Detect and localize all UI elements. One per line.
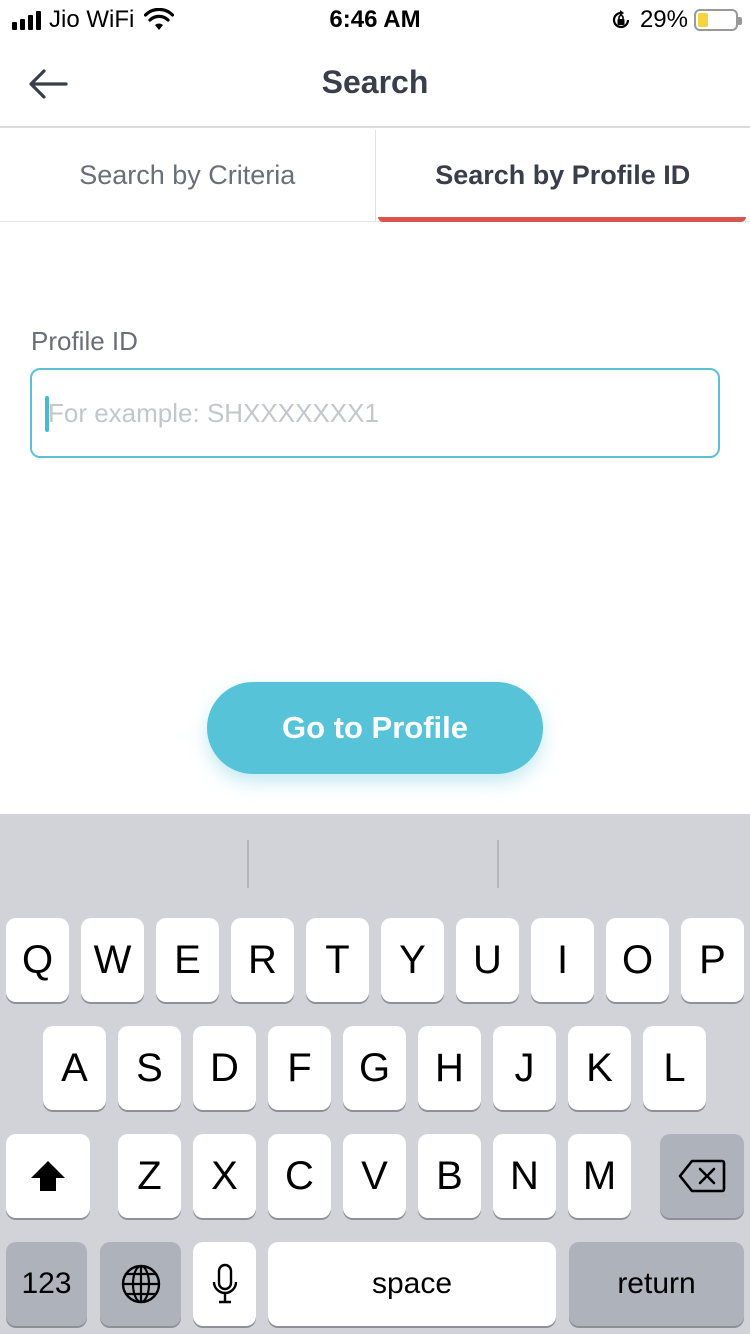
keyboard: Q W E R T Y U I O P A S D F G H J K L Z … [0, 814, 750, 1334]
profile-id-label: Profile ID [31, 326, 138, 356]
profile-id-input[interactable] [32, 370, 718, 456]
go-to-profile-button[interactable]: Go to Profile [207, 682, 543, 774]
tab-search-by-profile-id[interactable]: Search by Profile ID [376, 130, 750, 222]
suggestion-divider [247, 840, 249, 888]
globe-key[interactable] [100, 1242, 181, 1326]
key-y[interactable]: Y [381, 918, 444, 1002]
battery-icon [694, 9, 742, 31]
tab-label: Search by Profile ID [435, 160, 691, 190]
status-right: 29% [610, 6, 742, 34]
key-p[interactable]: P [681, 918, 744, 1002]
key-n[interactable]: N [493, 1134, 556, 1218]
suggestion-divider [497, 840, 499, 888]
nav-header: Search [0, 40, 750, 128]
key-e[interactable]: E [156, 918, 219, 1002]
battery-fill [698, 13, 708, 27]
key-w[interactable]: W [81, 918, 144, 1002]
key-x[interactable]: X [193, 1134, 256, 1218]
shift-key[interactable] [6, 1134, 90, 1218]
battery-cap [738, 17, 742, 25]
page-title: Search [321, 64, 429, 100]
key-r[interactable]: R [231, 918, 294, 1002]
return-key[interactable]: return [569, 1242, 744, 1326]
key-f[interactable]: F [268, 1026, 331, 1110]
key-j[interactable]: J [493, 1026, 556, 1110]
key-t[interactable]: T [306, 918, 369, 1002]
status-bar: Jio WiFi 6:46 AM 29% [0, 0, 750, 40]
key-q[interactable]: Q [6, 918, 69, 1002]
orientation-lock-icon [612, 10, 630, 29]
tab-bar: Search by Criteria Search by Profile ID [0, 130, 750, 222]
key-k[interactable]: K [568, 1026, 631, 1110]
key-u[interactable]: U [456, 918, 519, 1002]
key-z[interactable]: Z [118, 1134, 181, 1218]
profile-id-field [30, 368, 720, 458]
shift-icon [31, 1161, 65, 1191]
key-h[interactable]: H [418, 1026, 481, 1110]
key-b[interactable]: B [418, 1134, 481, 1218]
battery-percent: 29% [639, 6, 688, 33]
tab-label: Search by Criteria [79, 160, 296, 190]
key-g[interactable]: G [343, 1026, 406, 1110]
globe-icon [121, 1264, 160, 1304]
tab-search-by-criteria[interactable]: Search by Criteria [0, 130, 376, 221]
key-o[interactable]: O [606, 918, 669, 1002]
delete-key[interactable] [660, 1134, 744, 1218]
key-c[interactable]: C [268, 1134, 331, 1218]
key-l[interactable]: L [643, 1026, 706, 1110]
microphone-key[interactable] [193, 1242, 256, 1326]
text-caret [45, 396, 49, 432]
microphone-icon [212, 1263, 237, 1304]
key-i[interactable]: I [531, 918, 594, 1002]
key-d[interactable]: D [193, 1026, 256, 1110]
numbers-key[interactable]: 123 [6, 1242, 87, 1326]
space-key[interactable]: space [268, 1242, 556, 1326]
key-v[interactable]: V [343, 1134, 406, 1218]
delete-icon [678, 1159, 726, 1193]
key-s[interactable]: S [118, 1026, 181, 1110]
key-m[interactable]: M [568, 1134, 631, 1218]
key-a[interactable]: A [43, 1026, 106, 1110]
